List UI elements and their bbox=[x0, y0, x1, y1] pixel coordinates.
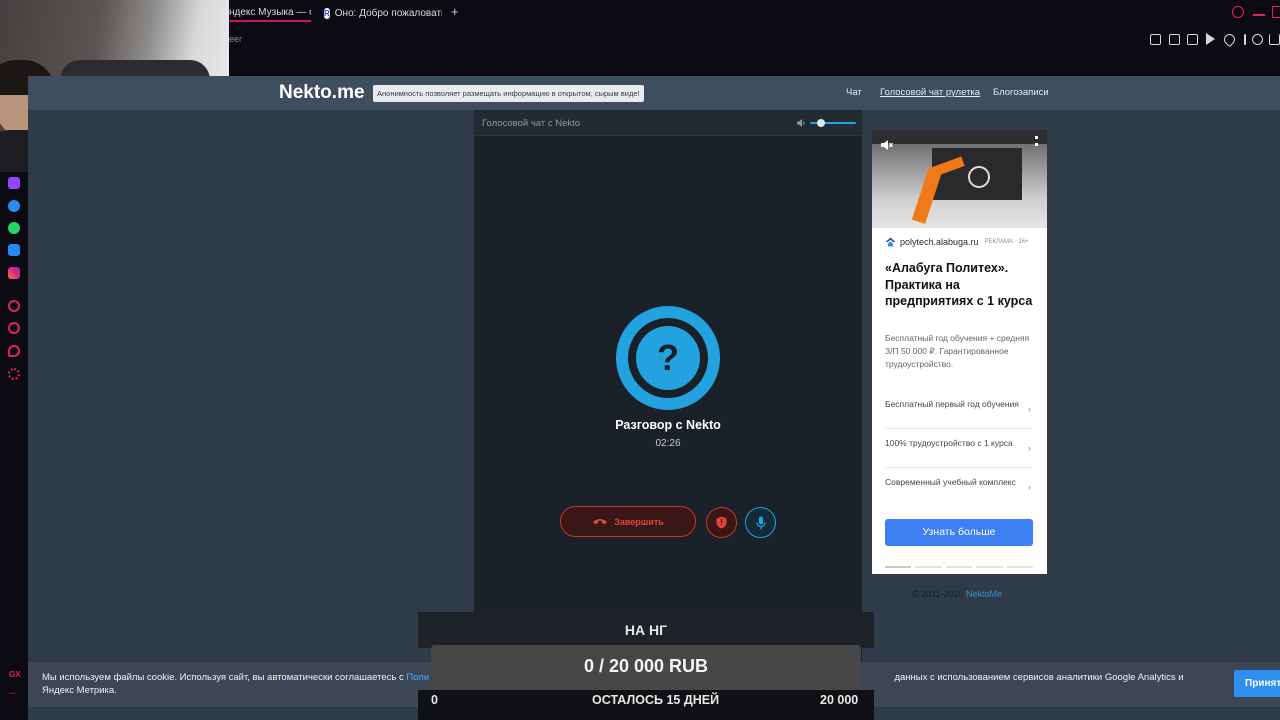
more-icon[interactable]: ... bbox=[9, 687, 16, 696]
tab-ono[interactable]: R Оно: Добро пожаловать bbox=[324, 4, 442, 22]
ad-pagination bbox=[885, 566, 1034, 568]
address-bar-text[interactable]: eer bbox=[229, 34, 242, 44]
whatsapp-icon[interactable] bbox=[8, 222, 20, 234]
chat-header: Голосовой чат с Nekto bbox=[474, 110, 862, 136]
ad-image[interactable] bbox=[872, 130, 1047, 228]
end-call-button[interactable]: Завершить bbox=[560, 506, 696, 537]
chat-icon[interactable] bbox=[8, 345, 20, 357]
microphone-icon bbox=[755, 516, 766, 529]
shield-icon bbox=[716, 516, 727, 529]
conversation-title: Разговор с Nekto bbox=[615, 418, 721, 432]
ad-label: РЕКЛАМА · 16+ bbox=[984, 239, 1029, 245]
bookmark-icon[interactable] bbox=[1150, 34, 1161, 45]
polytech-logo-icon bbox=[885, 237, 896, 247]
shield-icon[interactable] bbox=[1187, 34, 1198, 45]
gx-label: GX bbox=[9, 670, 21, 679]
browser-sidebar: GX ... bbox=[0, 172, 28, 720]
hangup-icon bbox=[593, 519, 608, 525]
ad-item[interactable]: 100% трудоустройство с 1 курса bbox=[885, 437, 1033, 450]
volume-slider-knob[interactable] bbox=[817, 119, 825, 127]
favicon-icon: R bbox=[324, 7, 330, 19]
ad-item[interactable]: Современный учебный комплекс bbox=[885, 476, 1033, 489]
site-header: Nekto.me Анонимность позволяет размещать… bbox=[28, 76, 1280, 110]
maximize-button[interactable] bbox=[1272, 6, 1280, 18]
screenshot-icon[interactable] bbox=[1169, 34, 1180, 45]
tab-label: Оно: Добро пожаловать bbox=[334, 7, 442, 19]
report-button[interactable] bbox=[706, 507, 737, 538]
minimize-button[interactable] bbox=[1253, 14, 1265, 16]
donation-amount: 0 / 20 000 RUB bbox=[583, 656, 709, 676]
site-logo[interactable]: Nekto.me bbox=[279, 82, 365, 104]
end-call-label: Завершить bbox=[614, 516, 664, 527]
heart-icon[interactable] bbox=[1221, 31, 1238, 48]
ad-source[interactable]: polytech.alabuga.ru РЕКЛАМА · 16+ bbox=[885, 237, 1029, 247]
nav-voice-roulette[interactable]: Голосовой чат рулетка bbox=[880, 87, 980, 98]
donation-progress-bar: 0 / 20 000 RUB bbox=[431, 645, 861, 690]
volume-icon[interactable] bbox=[796, 118, 806, 128]
chevron-right-icon: › bbox=[1028, 482, 1031, 492]
account-icon[interactable] bbox=[1252, 34, 1263, 45]
advertisement[interactable]: polytech.alabuga.ru РЕКЛАМА · 16+ «Алабу… bbox=[872, 130, 1047, 574]
twitch-icon[interactable] bbox=[8, 177, 20, 189]
call-timer: 02:26 bbox=[655, 438, 681, 449]
donation-max: 20 000 bbox=[820, 693, 859, 707]
nav-chat[interactable]: Чат bbox=[846, 87, 862, 98]
footer-brand-link[interactable]: NektoMe bbox=[966, 589, 1002, 599]
play-icon[interactable] bbox=[1206, 33, 1215, 45]
chat-header-title: Голосовой чат с Nekto bbox=[482, 118, 581, 129]
donation-goal-header: НА НГ bbox=[418, 612, 874, 648]
menu-icon[interactable] bbox=[1244, 34, 1246, 45]
new-tab-button[interactable]: + bbox=[451, 4, 459, 19]
accept-cookies-button[interactable]: Принять bbox=[1234, 670, 1280, 697]
interlocutor-avatar: ? bbox=[616, 306, 720, 410]
messenger-icon[interactable] bbox=[8, 200, 20, 212]
chevron-right-icon: › bbox=[1028, 443, 1031, 453]
question-mark-icon: ? bbox=[636, 326, 700, 390]
mute-icon[interactable] bbox=[880, 138, 894, 150]
tab-yandex-music[interactable]: ндекс Музыка — со bbox=[229, 4, 311, 22]
settings-icon[interactable] bbox=[8, 368, 20, 380]
ad-description: Бесплатный год обучения + средняя З/П 50… bbox=[885, 333, 1030, 369]
vk-icon[interactable] bbox=[8, 244, 20, 256]
ad-menu-icon[interactable] bbox=[1035, 136, 1038, 146]
instagram-icon[interactable] bbox=[8, 267, 20, 279]
ad-domain: polytech.alabuga.ru bbox=[900, 237, 979, 247]
player-icon[interactable] bbox=[8, 300, 20, 312]
copyright: © 2011-2025 NektoMe bbox=[912, 589, 1003, 599]
donation-min: 0 bbox=[431, 693, 438, 707]
history-icon[interactable] bbox=[8, 322, 20, 334]
site-slogan: Анонимность позволяет размещать информац… bbox=[373, 85, 644, 102]
ad-item[interactable]: Бесплатный первый год обучения bbox=[885, 398, 1033, 411]
privacy-policy-link[interactable]: Поли bbox=[406, 672, 429, 683]
nav-blog[interactable]: Блогозаписи bbox=[993, 87, 1049, 98]
donation-remaining: ОСТАЛОСЬ 15 ДНЕЙ bbox=[592, 693, 720, 707]
microphone-button[interactable] bbox=[745, 507, 776, 538]
tab-label: ндекс Музыка — со bbox=[229, 6, 311, 18]
download-icon[interactable] bbox=[1269, 34, 1280, 45]
donation-title: НА НГ bbox=[624, 622, 668, 638]
ad-title[interactable]: «Алабуга Политех». Практика на предприят… bbox=[885, 260, 1040, 310]
learn-more-button[interactable]: Узнать больше bbox=[885, 519, 1033, 546]
search-icon[interactable] bbox=[1232, 6, 1244, 18]
chevron-right-icon: › bbox=[1028, 404, 1031, 414]
